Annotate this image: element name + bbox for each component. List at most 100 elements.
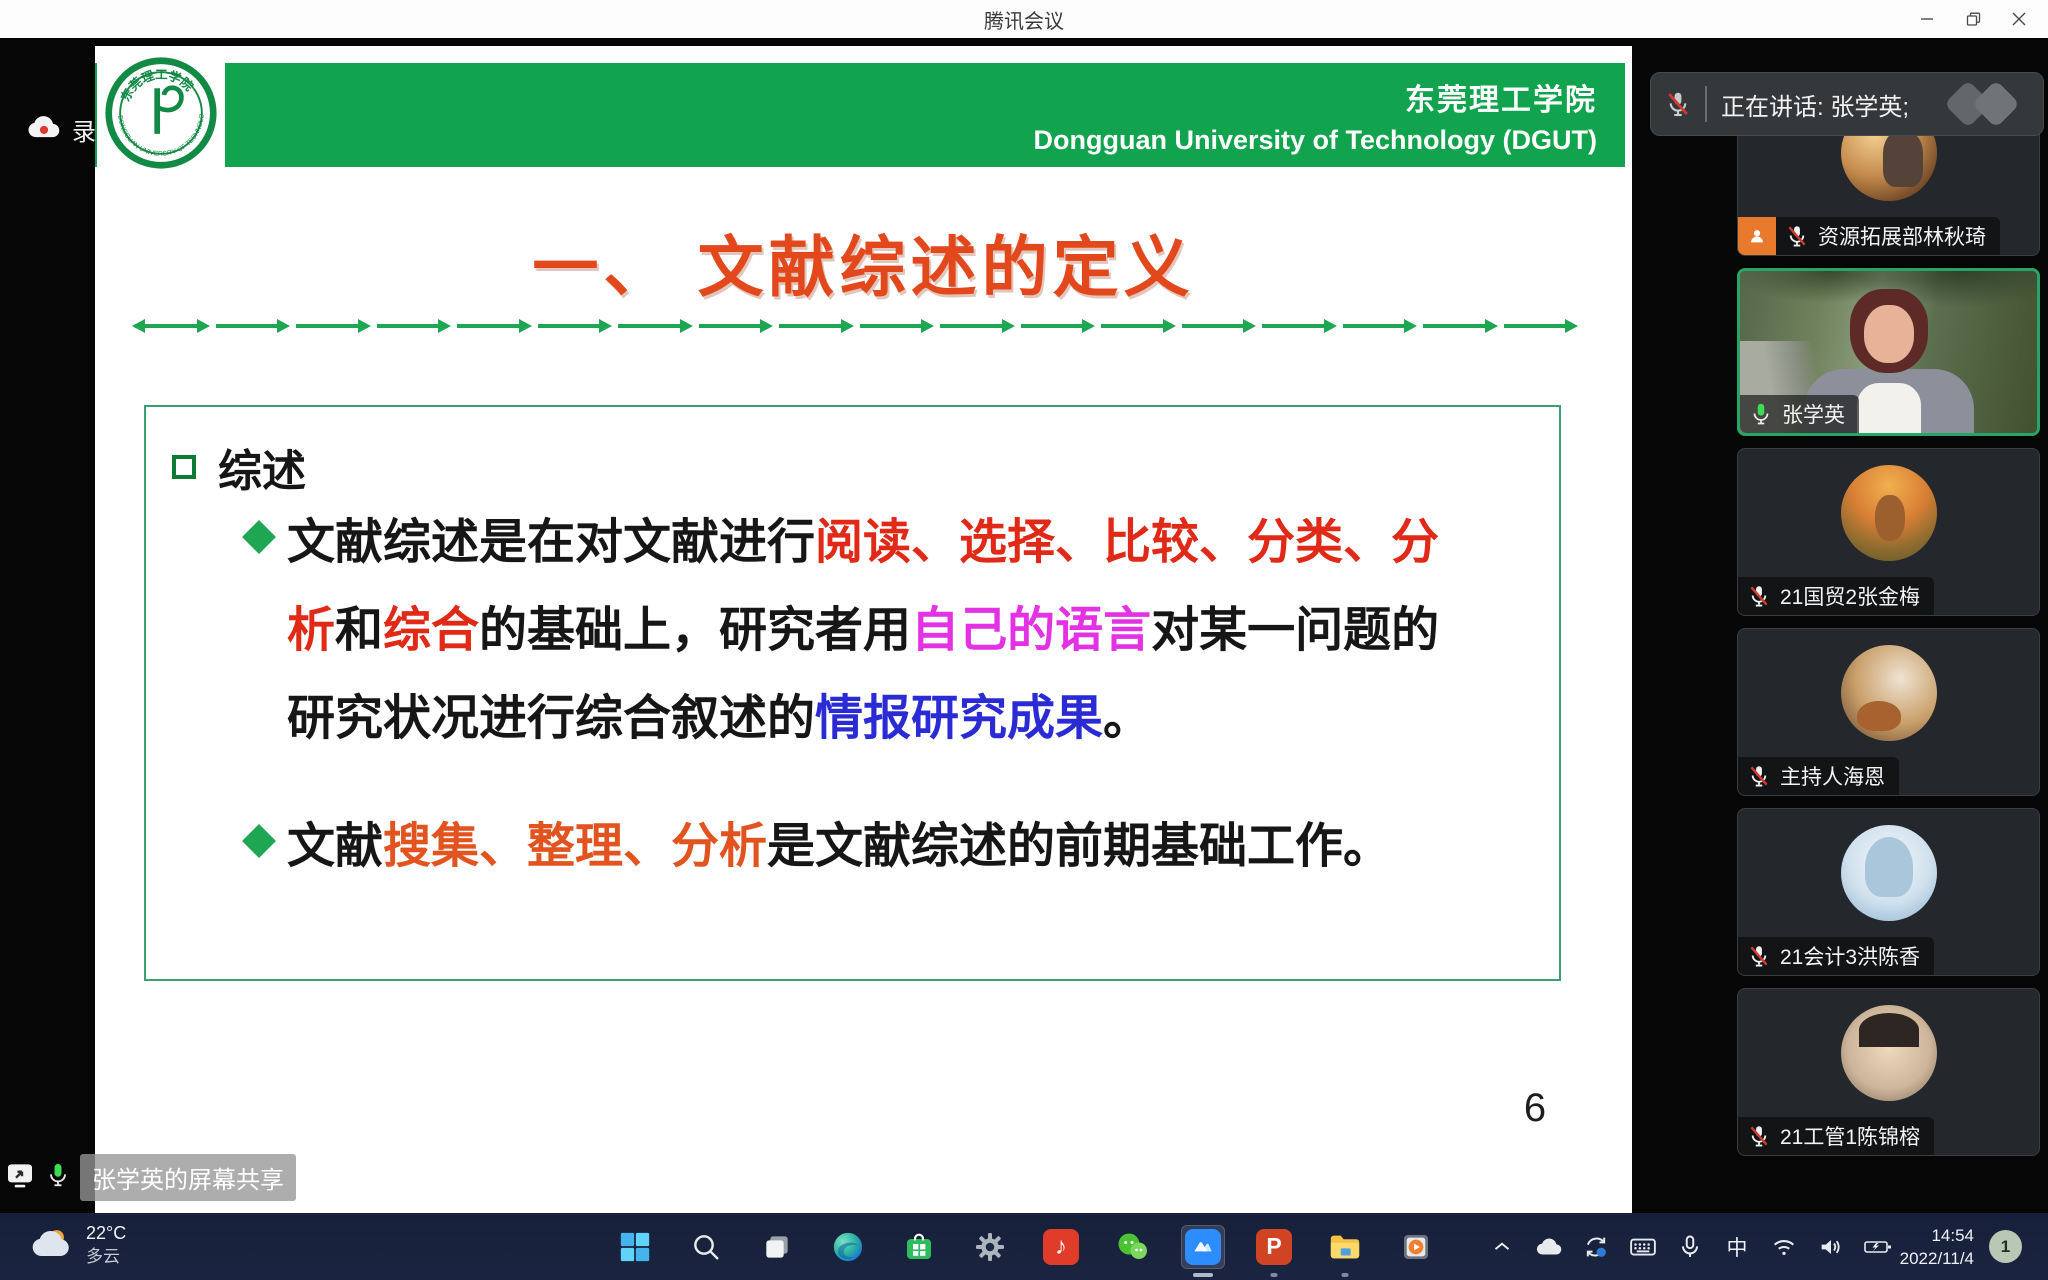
muted-mic-icon xyxy=(1663,89,1693,119)
participant-tile[interactable]: 21工管1陈锦榕 xyxy=(1737,988,2040,1156)
file-explorer-icon[interactable] xyxy=(1323,1225,1367,1269)
participant-name: 21会计3洪陈香 xyxy=(1780,941,1920,971)
arrow-segment-icon xyxy=(699,318,771,334)
media-player-icon[interactable] xyxy=(1394,1225,1438,1269)
participant-label: 21工管1陈锦榕 xyxy=(1738,1117,1934,1155)
ime-icon[interactable]: 中 xyxy=(1722,1232,1752,1262)
diamond-bullet-icon xyxy=(242,520,276,554)
arrow-segment-icon xyxy=(377,318,449,334)
restore-button[interactable] xyxy=(1950,0,1996,38)
window-title: 腾讯会议 xyxy=(984,5,1064,34)
participant-tile[interactable]: 张学英 xyxy=(1737,268,2040,436)
windows-start-icon[interactable] xyxy=(613,1225,657,1269)
arrow-segment-icon xyxy=(1182,318,1254,334)
search-icon[interactable] xyxy=(684,1225,728,1269)
touch-keyboard-icon[interactable] xyxy=(1628,1232,1658,1262)
speaking-label: 正在讲话: 张学英; xyxy=(1721,87,1943,122)
arrow-divider xyxy=(135,318,1575,334)
arrow-segment-icon xyxy=(779,318,851,334)
tencent-meeting-window: 腾讯会议 录制中 东莞理工学院 Dongg xyxy=(0,0,2048,1280)
participant-label: 张学英 xyxy=(1740,395,1859,433)
weather-icon xyxy=(28,1225,74,1266)
arrow-segment-icon xyxy=(860,318,932,334)
task-view-icon[interactable] xyxy=(755,1225,799,1269)
participant-avatar xyxy=(1841,825,1937,921)
groundwork-paragraph: 文献搜集、整理、分析是文献综述的前期基础工作。 xyxy=(287,803,1472,891)
arrow-segment-icon xyxy=(457,318,529,334)
shared-screen-stage: 录制中 东莞理工学院 Dongguan University of Techno… xyxy=(0,38,2048,1213)
participant-label: 21会计3洪陈香 xyxy=(1738,937,1934,975)
windows-taskbar: 22°C 多云 ♪P 中 14:54 2022/11/4 1 xyxy=(0,1213,2048,1280)
clock-date: 2022/11/4 xyxy=(1868,1247,1974,1270)
settings-icon[interactable] xyxy=(968,1225,1012,1269)
minimize-button[interactable] xyxy=(1904,0,1950,38)
speaking-toast: 正在讲话: 张学英; xyxy=(1650,72,2044,136)
text-run: 和 xyxy=(335,604,383,657)
slide-page-number: 6 xyxy=(1495,1086,1575,1131)
para2-text: 文献搜集、整理、分析是文献综述的前期基础工作。 xyxy=(287,820,1391,873)
participant-label: 资源拓展部林秋琦 xyxy=(1738,217,2000,255)
netease-music-icon[interactable]: ♪ xyxy=(1039,1225,1083,1269)
close-button[interactable] xyxy=(1996,0,2042,38)
arrow-segment-icon xyxy=(296,318,368,334)
text-run: 的基础上，研究者用 xyxy=(479,604,911,657)
mic-status-icon xyxy=(1746,583,1772,609)
powerpoint-icon[interactable]: P xyxy=(1252,1225,1296,1269)
participant-tile[interactable]: 主持人海恩 xyxy=(1737,628,2040,796)
slide-title: 一、 文献综述的定义 xyxy=(95,214,1632,310)
member-badge-icon xyxy=(1746,217,1776,255)
participant-avatar xyxy=(1841,645,1937,741)
chevron-up-icon[interactable] xyxy=(1487,1232,1517,1262)
text-run: 综合 xyxy=(383,604,479,657)
onedrive-icon[interactable] xyxy=(1534,1232,1564,1262)
taskbar-app-icons: ♪P xyxy=(613,1213,1438,1280)
weather-temp: 22°C xyxy=(86,1221,126,1245)
arrow-segment-icon xyxy=(940,318,1012,334)
participant-label: 主持人海恩 xyxy=(1738,757,1899,795)
mic-status-icon xyxy=(1746,943,1772,969)
cloud-recording-icon xyxy=(26,114,62,146)
arrow-segment-icon xyxy=(1021,318,1093,334)
sync-icon[interactable] xyxy=(1581,1232,1611,1262)
wechat-icon[interactable] xyxy=(1110,1225,1154,1269)
arrow-segment-icon xyxy=(618,318,690,334)
wifi-icon[interactable] xyxy=(1769,1232,1799,1262)
participant-avatar xyxy=(1841,465,1937,561)
clock-time: 14:54 xyxy=(1868,1224,1974,1247)
text-run: 文献 xyxy=(287,820,383,873)
edge-icon[interactable] xyxy=(826,1225,870,1269)
microsoft-store-icon[interactable] xyxy=(897,1225,941,1269)
arrow-segment-icon xyxy=(216,318,288,334)
text-run: 情报研究成果 xyxy=(815,692,1103,745)
participant-tile[interactable]: 21会计3洪陈香 xyxy=(1737,808,2040,976)
window-titlebar: 腾讯会议 xyxy=(0,0,2048,39)
screen-share-icon xyxy=(4,1159,36,1196)
notification-count-badge[interactable]: 1 xyxy=(1989,1230,2022,1263)
university-name-en: Dongguan University of Technology (DGUT) xyxy=(1034,125,1598,156)
window-controls xyxy=(1904,0,2042,38)
arrow-segment-icon xyxy=(1423,318,1495,334)
screen-share-toast: 张学英的屏幕共享 xyxy=(4,1154,296,1200)
mic-status-icon xyxy=(1748,401,1774,427)
text-run: 文献综述是在对文献进行 xyxy=(287,516,815,569)
university-banner: 东莞理工学院 Dongguan University of Technology… xyxy=(95,63,1625,167)
volume-icon[interactable] xyxy=(1816,1232,1846,1262)
presentation-slide: 东莞理工学院 Dongguan University of Technology… xyxy=(95,46,1632,1213)
mic-status-icon xyxy=(1746,763,1772,789)
participant-name: 资源拓展部林秋琦 xyxy=(1818,221,1986,251)
screen-share-label: 张学英的屏幕共享 xyxy=(80,1154,296,1201)
para1-text: 文献综述是在对文献进行阅读、选择、比较、分类、分析和综合的基础上，研究者用自己的… xyxy=(287,516,1439,745)
microphone-icon[interactable] xyxy=(1675,1232,1705,1262)
arrow-segment-icon xyxy=(1504,318,1576,334)
definition-paragraph: 文献综述是在对文献进行阅读、选择、比较、分类、分析和综合的基础上，研究者用自己的… xyxy=(287,499,1472,763)
participant-tile[interactable]: 21国贸2张金梅 xyxy=(1737,448,2040,616)
tencent-meeting-icon[interactable] xyxy=(1181,1225,1225,1269)
university-name-cn: 东莞理工学院 xyxy=(1405,75,1597,119)
taskbar-clock[interactable]: 14:54 2022/11/4 xyxy=(1868,1224,1974,1270)
arrow-segment-icon xyxy=(1262,318,1334,334)
participant-name: 张学英 xyxy=(1782,399,1845,429)
university-seal-icon: 东莞理工学院 DONGGUAN UNIVERSITY OF TECHNOLOGY xyxy=(97,54,225,172)
weather-widget[interactable]: 22°C 多云 xyxy=(28,1221,126,1269)
presenter-mic-icon xyxy=(44,1161,72,1194)
arrow-segment-icon xyxy=(135,318,207,334)
